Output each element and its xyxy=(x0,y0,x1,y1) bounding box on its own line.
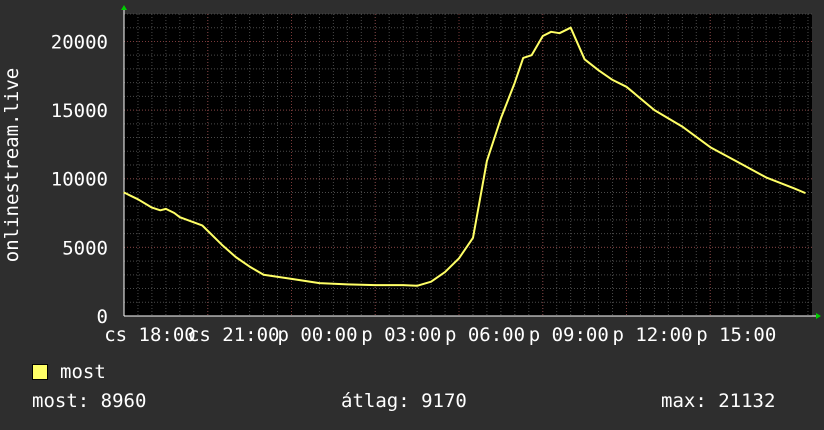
x-tick-label: p 06:00 xyxy=(445,324,525,346)
series-point-most xyxy=(681,125,683,128)
y-tick-label: 5000 xyxy=(62,237,108,259)
x-tick-label: p 03:00 xyxy=(361,324,441,346)
series-point-most xyxy=(402,284,404,286)
plot-area xyxy=(124,14,812,316)
series-point-most xyxy=(444,271,446,273)
series-point-most xyxy=(430,281,432,283)
series-point-most xyxy=(625,86,628,88)
x-tick-label: p 15:00 xyxy=(696,324,776,346)
series-point-most xyxy=(318,282,321,284)
series-point-most xyxy=(235,256,237,258)
series-point-most xyxy=(522,57,524,59)
series-point-most xyxy=(584,58,586,60)
series-point-most xyxy=(290,278,293,280)
series-point-most xyxy=(558,32,561,34)
series-point-most xyxy=(653,109,656,111)
series-point-most xyxy=(611,79,614,81)
y-tick-label: 15000 xyxy=(51,100,108,122)
x-tick-label: cs 18:00 xyxy=(104,324,196,346)
series-point-most xyxy=(514,82,516,84)
series-point-most xyxy=(374,284,376,286)
series-point-most xyxy=(123,191,125,194)
stat-max-label: max: xyxy=(661,390,707,412)
y-tick-label: 10000 xyxy=(51,169,108,191)
stat-max: max: 21132 xyxy=(661,390,775,412)
series-point-most xyxy=(346,283,348,286)
series-point-most xyxy=(570,27,572,29)
series-point-most xyxy=(207,230,209,232)
legend: most xyxy=(32,361,106,383)
y-axis-label: onlinestream.live xyxy=(1,68,23,262)
series-point-most xyxy=(151,206,153,209)
stat-current: most: 8960 xyxy=(32,390,146,412)
chart-panel: 0 5000 10000 15000 20000 cs 18:00 cs 21:00 p 00… xyxy=(0,0,824,430)
legend-swatch xyxy=(32,364,48,380)
series-point-most xyxy=(542,35,544,37)
series-point-most xyxy=(597,69,600,71)
series-point-most xyxy=(416,285,418,287)
series-point-most xyxy=(173,212,175,214)
series-point-most xyxy=(709,146,711,148)
x-tick-label: p 12:00 xyxy=(612,324,692,346)
series-point-most xyxy=(486,160,488,162)
x-tick-label: p 00:00 xyxy=(277,324,357,346)
series-point-most xyxy=(737,161,739,163)
stat-average-label: átlag: xyxy=(341,390,410,412)
series-point-most xyxy=(500,117,502,119)
stat-average-value: 9170 xyxy=(421,390,467,412)
series-point-most xyxy=(137,198,139,200)
series-point-most xyxy=(793,187,795,189)
line-chart: 05000100001500020000cs 18:00cs 21:00p 00… xyxy=(1,5,821,346)
series-point-most xyxy=(262,274,265,276)
y-axis-arrow xyxy=(121,5,127,10)
x-axis-arrow xyxy=(816,313,821,319)
stat-average: átlag: 9170 xyxy=(341,390,467,412)
x-tick-label: cs 21:00 xyxy=(188,324,280,346)
series-point-most xyxy=(249,265,251,268)
stat-current-label: most: xyxy=(32,390,90,412)
y-tick-label: 20000 xyxy=(51,31,108,53)
series-point-most xyxy=(190,220,192,222)
series-point-most xyxy=(550,31,552,33)
series-point-most xyxy=(179,216,181,218)
stat-max-value: 21132 xyxy=(718,390,776,412)
x-tick-label: p 09:00 xyxy=(529,324,609,346)
series-point-most xyxy=(221,244,223,246)
series-point-most xyxy=(765,176,767,178)
series-point-most xyxy=(472,237,474,239)
series-point-most xyxy=(165,208,167,210)
series-point-most xyxy=(201,224,203,226)
series-point-most xyxy=(804,192,806,194)
stat-current-value: 8960 xyxy=(100,390,147,412)
series-point-most xyxy=(458,257,460,259)
legend-label: most xyxy=(60,361,106,383)
series-point-most xyxy=(159,209,161,211)
series-point-most xyxy=(530,54,533,56)
